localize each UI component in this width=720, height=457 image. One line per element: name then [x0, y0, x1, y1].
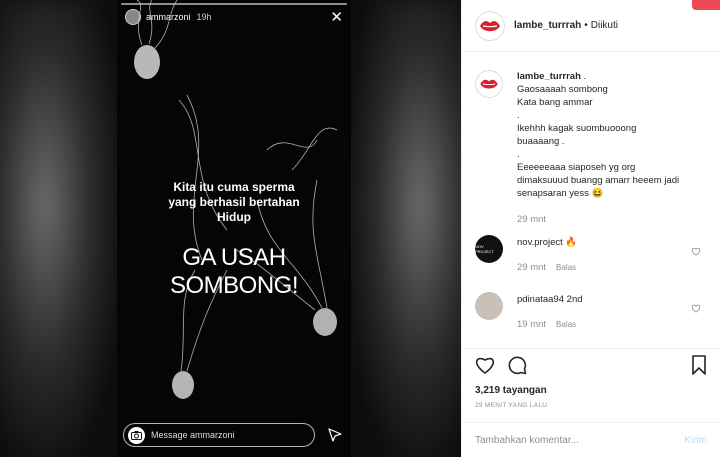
comment-body: pdinataa94 2nd 19 mnt Balas [517, 292, 583, 331]
caption-line: buaaaang . [517, 136, 565, 147]
comment-time: 19 mnt [517, 319, 547, 330]
caption-line: Gaosaaaah sombong [517, 84, 608, 95]
post-actions: 3,219 tayangan 29 MENIT YANG LALU [462, 348, 720, 422]
story-caption-line: Hidup [217, 210, 251, 224]
caption-line: Eeeeeeaaa siaposeh yg org [517, 162, 636, 173]
comment-avatar-label: NOV PROJECT [475, 244, 494, 254]
comment-input[interactable]: Tambahkan komentar... [475, 435, 684, 446]
lips-logo-icon [480, 20, 500, 31]
caption-line: Ikehhh kagak suombuooong [517, 123, 637, 134]
comment-text: 🔥 [565, 237, 578, 248]
add-comment-bar: Tambahkan komentar... Kirim [462, 422, 720, 457]
heart-icon[interactable] [691, 243, 701, 261]
red-action-button[interactable] [692, 0, 720, 10]
caption-avatar[interactable] [475, 70, 503, 98]
story-frame[interactable]: ammarzoni 19h ✕ Kita itu cuma sperma yan… [117, 0, 351, 457]
view-count[interactable]: 3,219 tayangan [475, 385, 707, 396]
posted-time: 29 MENIT YANG LALU [475, 402, 548, 409]
caption-body: lambe_turrrah . Gaosaaaah sombong Kata b… [517, 70, 679, 226]
post-header: lambe_turrrah • Diikuti [462, 0, 720, 52]
caption-username[interactable]: lambe_turrrah [517, 71, 581, 82]
heart-icon[interactable] [475, 356, 495, 379]
comments-list: lambe_turrrah . Gaosaaaah sombong Kata b… [462, 52, 720, 348]
story-viewer: ammarzoni 19h ✕ Kita itu cuma sperma yan… [0, 0, 461, 457]
caption-line: . [517, 149, 520, 160]
caption-line: . [517, 110, 520, 121]
app-root: ammarzoni 19h ✕ Kita itu cuma sperma yan… [0, 0, 720, 457]
reply-button[interactable]: Balas [556, 263, 576, 272]
comment-text: 2nd [566, 294, 583, 305]
story-message-input[interactable]: Message ammarzoni [123, 423, 315, 447]
send-icon[interactable] [325, 425, 345, 445]
story-message-placeholder: Message ammarzoni [151, 430, 235, 440]
caption-line: Kata bang ammar [517, 97, 593, 108]
blurred-background-left [0, 0, 120, 457]
comment-time: 29 mnt [517, 262, 547, 273]
blurred-background-right [350, 0, 461, 457]
comment-avatar[interactable] [475, 292, 503, 320]
caption-time: 29 mnt [517, 214, 547, 225]
story-caption-line: Kita itu cuma sperma [173, 180, 295, 194]
camera-icon[interactable] [128, 426, 145, 444]
story-big-text: GA USAH SOMBONG! [169, 244, 299, 299]
comment-username[interactable]: nov.project [517, 237, 563, 248]
caption-line: dimaksuuud buangg amarr heeem jadi [517, 175, 680, 186]
story-caption: Kita itu cuma sperma yang berhasil berta… [117, 180, 351, 225]
jellyfish-image [134, 0, 338, 399]
caption-comment: lambe_turrrah . Gaosaaaah sombong Kata b… [475, 70, 707, 226]
lips-logo-icon [480, 79, 498, 89]
caption-line: senapsaran yess 😆 [517, 188, 604, 199]
comment-username[interactable]: pdinataa94 [517, 294, 564, 305]
follow-status[interactable]: Diikuti [591, 20, 618, 31]
comment-body: nov.project 🔥 29 mnt Balas [517, 235, 577, 274]
post-comment-button[interactable]: Kirim [684, 435, 707, 446]
comment-item: NOV PROJECT nov.project 🔥 29 mnt Balas [475, 235, 707, 274]
heart-icon[interactable] [691, 300, 701, 318]
bookmark-icon[interactable] [691, 354, 707, 380]
story-footer: Message ammarzoni [123, 423, 345, 447]
comment-item: pdinataa94 2nd 19 mnt Balas [475, 292, 707, 331]
account-logo[interactable] [475, 10, 505, 41]
story-caption-line: yang berhasil bertahan [168, 195, 300, 209]
comment-avatar[interactable]: NOV PROJECT [475, 235, 503, 263]
comment-icon[interactable] [507, 355, 527, 380]
post-info-panel: lambe_turrrah • Diikuti lambe_turrrah . … [461, 0, 720, 457]
header-separator: • [584, 20, 588, 31]
reply-button[interactable]: Balas [556, 320, 576, 329]
action-icons [475, 354, 707, 380]
post-owner-username[interactable]: lambe_turrrah [514, 20, 581, 31]
caption-line: . [583, 71, 587, 82]
